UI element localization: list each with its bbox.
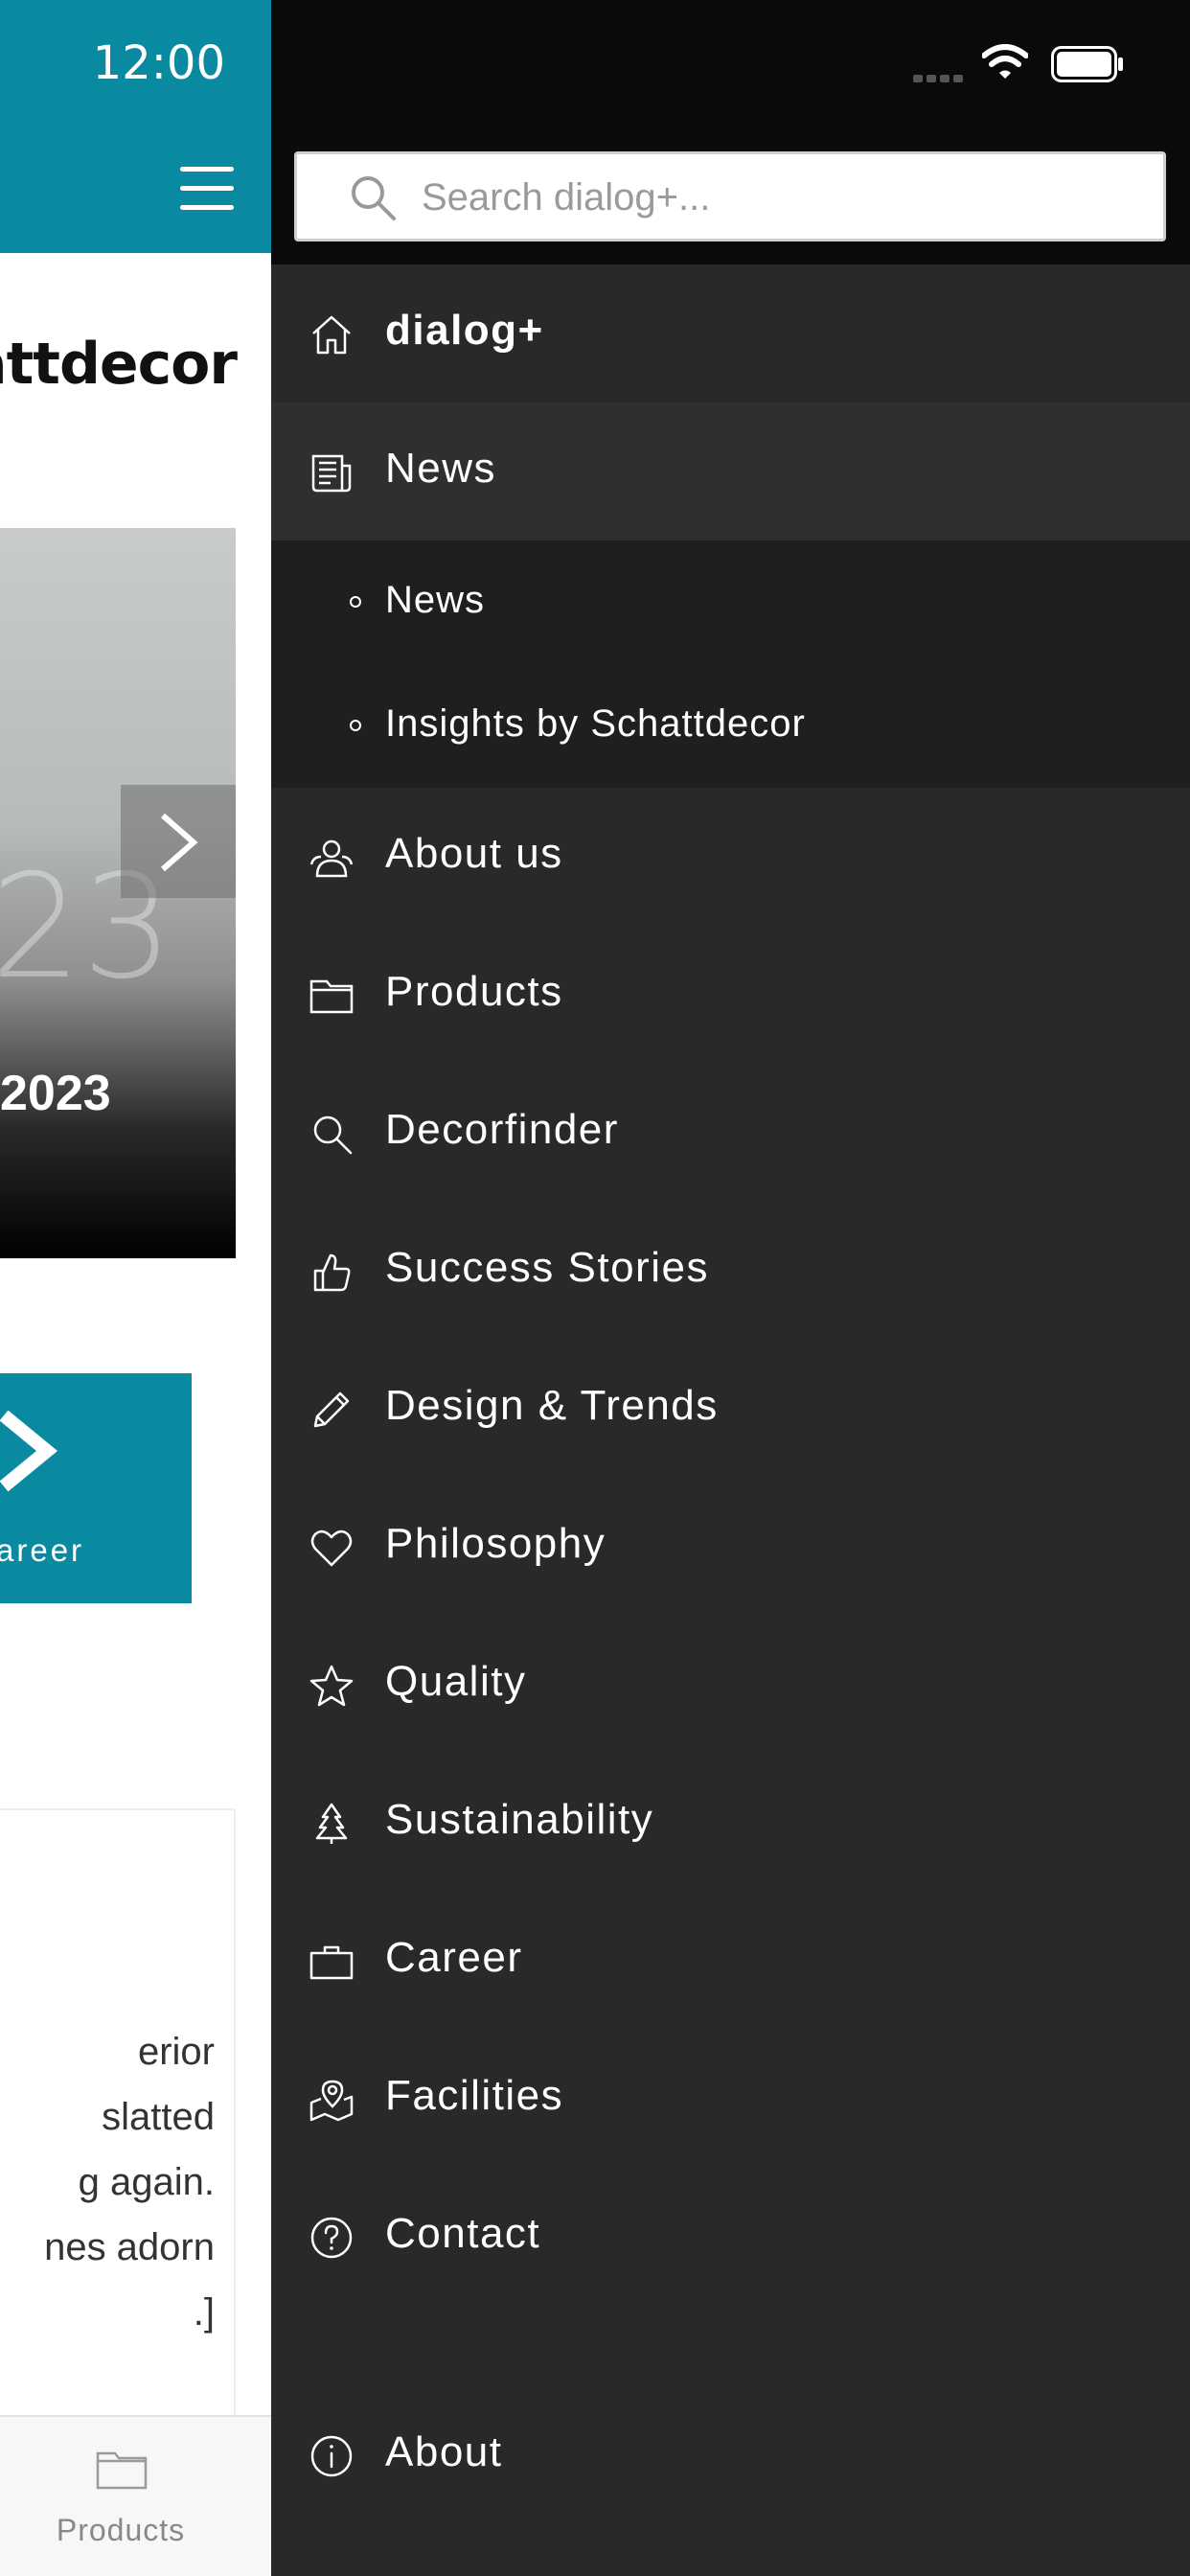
star-icon [309,1665,354,1707]
menu-item-label: Success Stories [385,1244,709,1291]
battery-icon [1051,46,1123,82]
bottom-tab-bar: Products [0,2415,271,2576]
chevron-right-icon [161,813,198,872]
menu-item-label: About us [385,830,563,877]
folder-icon [309,979,354,1014]
cellular-signal-icon [913,70,971,82]
career-tile[interactable]: areer [0,1373,192,1603]
submenu-item-label: News [385,579,486,621]
hero-title: 2023 [0,1066,111,1121]
menu-item-sustainability[interactable]: Sustainability [271,1754,1190,1892]
hero-slider[interactable]: 23 2023 [0,528,236,1258]
info-icon [310,2435,353,2477]
career-tile-label: areer [0,1532,85,1568]
menu-item-news[interactable]: News [271,402,1190,540]
menu-item-label: Design & Trends [385,1382,719,1429]
search-box[interactable] [294,151,1166,242]
status-time: 12:00 [92,36,225,90]
article-card[interactable]: erior slatted g again. nes adorn .] [0,1808,236,2422]
menu-item-quality[interactable]: Quality [271,1616,1190,1754]
article-text-line: g again. [78,2161,215,2203]
home-icon [312,315,351,355]
news-submenu: News Insights by Schattdecor [271,540,1190,788]
search-input[interactable] [422,168,1131,227]
search-icon [313,1116,353,1155]
menu-item-label: Decorfinder [385,1106,619,1153]
menu-item-label: Career [385,1934,523,1981]
menu-item-label: Contact [385,2210,541,2257]
menu-item-label: Facilities [385,2072,564,2119]
app-header: 12:00 [0,0,271,253]
tree-icon [315,1803,348,1844]
article-text-line: .] [193,2291,215,2334]
submenu-item-label: Insights by Schattdecor [385,702,806,745]
hamburger-menu-icon[interactable] [180,167,234,211]
pencil-icon [313,1392,350,1428]
submenu-item-news[interactable]: News [271,540,1190,664]
menu-item-label: Products [385,968,563,1015]
article-text-line: erior [137,2031,215,2073]
question-circle-icon [310,2217,353,2259]
search-icon [352,176,396,220]
bottom-tab-label: Products [56,2513,186,2547]
article-text-line: slatted [102,2096,215,2138]
wifi-icon [982,44,1028,79]
menu-item-label: About [385,2428,503,2475]
hero-next-button[interactable] [121,785,236,898]
menu-item-label: dialog+ [385,307,544,354]
menu-item-facilities[interactable]: Facilities [271,2030,1190,2168]
newspaper-icon [311,454,352,493]
bullet-icon [350,720,361,731]
menu-item-contact[interactable]: Contact [271,2168,1190,2306]
menu-item-label: Quality [385,1658,527,1705]
menu-item-label: Philosophy [385,1520,606,1567]
people-icon [309,840,354,878]
menu-item-about[interactable]: About [271,2386,1190,2524]
thumbs-up-icon [313,1254,351,1292]
menu-item-label: Sustainability [385,1796,654,1843]
status-bar [271,0,1190,126]
menu-item-label: News [385,445,497,492]
menu-item-career[interactable]: Career [271,1892,1190,2030]
menu-item-success-stories[interactable]: Success Stories [271,1202,1190,1340]
background-app: 12:00 attdecor 23 2023 areer erior slatt… [0,0,271,2576]
map-pin-icon [309,2080,354,2122]
search-bar [271,126,1190,264]
menu-item-philosophy[interactable]: Philosophy [271,1478,1190,1616]
article-text-line: nes adorn [44,2226,215,2268]
menu-item-decorfinder[interactable]: Decorfinder [271,1064,1190,1202]
chevron-right-icon [0,1410,58,1492]
menu-item-design-trends[interactable]: Design & Trends [271,1340,1190,1478]
briefcase-icon [309,1945,354,1980]
submenu-item-insights[interactable]: Insights by Schattdecor [271,664,1190,788]
bullet-icon [350,596,361,608]
brand-logo: attdecor [0,331,238,398]
menu-item-about-us[interactable]: About us [271,788,1190,926]
menu-list: dialog+ News News Insights by Schattdeco… [271,264,1190,2306]
menu-item-products[interactable]: Products [271,926,1190,1064]
menu-item-dialog[interactable]: dialog+ [271,264,1190,402]
folder-icon [96,2451,148,2490]
heart-icon [310,1530,353,1567]
navigation-drawer: dialog+ News News Insights by Schattdeco… [271,0,1190,2576]
